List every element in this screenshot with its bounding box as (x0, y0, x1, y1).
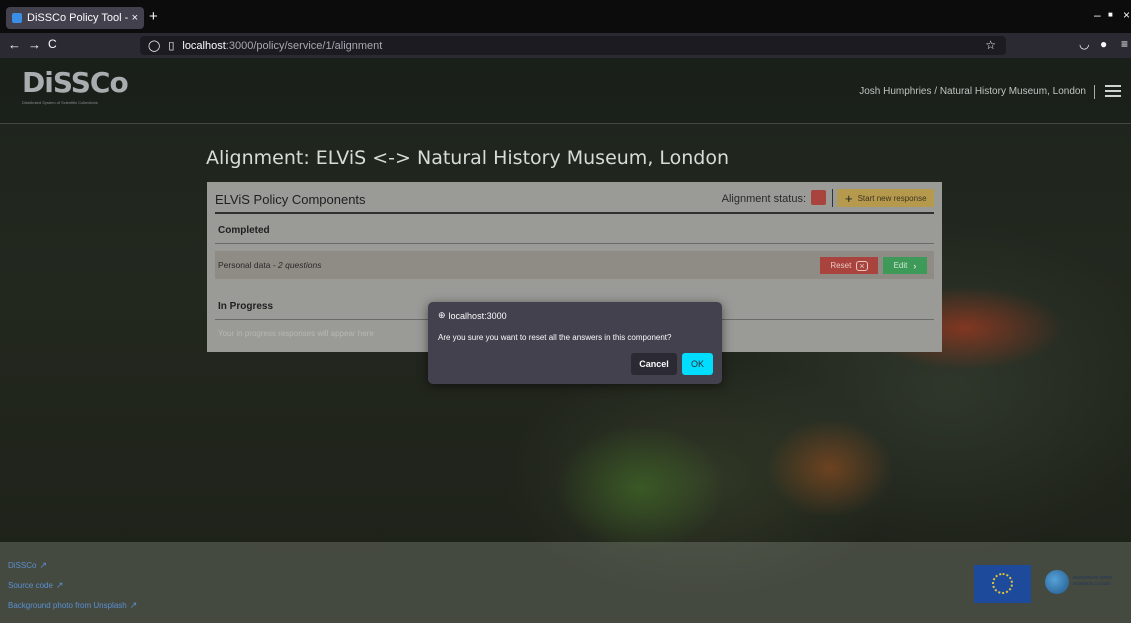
component-label: Personal data - 2 questions (218, 260, 322, 270)
site-header: DiSSCo Distributed System of Scientific … (0, 58, 1131, 124)
alignment-status-indicator (811, 190, 826, 205)
eosc-logo-text: EUROPEAN OPEN SCIENCE CLOUD (1073, 575, 1113, 586)
backspace-icon: × (856, 260, 868, 271)
bookmark-star-icon[interactable]: ☆ (985, 38, 996, 52)
user-organisation: Josh Humphries / Natural History Museum,… (859, 85, 1095, 99)
menu-icon[interactable]: ≡ (1121, 37, 1128, 51)
in-progress-empty-text: Your in progress responses will appear h… (218, 329, 374, 338)
browser-tab-bar: DiSSCo Policy Tool - DiSS × + – ■ × (0, 0, 1131, 33)
logo-text: DiSSCo (22, 66, 129, 99)
divider (215, 243, 934, 244)
url-host: localhost (182, 39, 226, 52)
reset-button[interactable]: Reset × (820, 257, 878, 274)
account-icon[interactable]: ● (1100, 37, 1107, 51)
start-new-response-label: Start new response (857, 193, 927, 203)
page-icon: ▯ (168, 40, 175, 52)
browser-nav-bar: ← → C ◯ ▯ localhost :3000/policy/service… (0, 33, 1131, 58)
favicon-icon (12, 13, 22, 23)
divider (832, 189, 833, 207)
plus-icon: + (845, 190, 853, 206)
reset-label: Reset (830, 261, 852, 270)
confirm-dialog: ⊕ localhost:3000 Are you sure you want t… (428, 302, 722, 384)
footer-link-dissco[interactable]: DiSSCo ↗ (8, 560, 47, 571)
completed-heading: Completed (218, 225, 270, 236)
ok-button[interactable]: OK (682, 353, 713, 375)
footer-link-unsplash[interactable]: Background photo from Unsplash ↗ (8, 600, 137, 611)
logo-subtitle: Distributed System of Scientific Collect… (22, 100, 98, 105)
site-footer: DiSSCo ↗ Source code ↗ Background photo fr… (0, 542, 1131, 623)
close-window-button[interactable]: × (1123, 8, 1130, 22)
external-link-icon: ↗ (39, 560, 47, 570)
maximize-button[interactable]: ■ (1108, 10, 1113, 19)
url-path: :3000/policy/service/1/alignment (225, 39, 383, 52)
new-tab-button[interactable]: + (149, 8, 158, 25)
tab-close-icon[interactable]: × (132, 12, 138, 24)
eosc-cloud-icon (1045, 570, 1069, 594)
external-link-icon: ↗ (129, 600, 138, 610)
hamburger-menu-icon[interactable] (1105, 85, 1121, 97)
list-item: Personal data - 2 questions Reset × Edit… (215, 251, 934, 279)
card-header: ELViS Policy Components Alignment status… (215, 188, 934, 214)
edit-button[interactable]: Edit › (883, 257, 927, 274)
edit-label: Edit (893, 261, 908, 270)
minimize-button[interactable]: – (1094, 8, 1101, 22)
page-title: Alignment: ELViS <-> Natural History Mus… (206, 147, 730, 169)
in-progress-heading: In Progress (218, 301, 274, 312)
cancel-button[interactable]: Cancel (631, 353, 677, 375)
dissco-logo[interactable]: DiSSCo Distributed System of Scientific … (22, 66, 129, 106)
page-background: DiSSCo Distributed System of Scientific … (0, 58, 1131, 623)
dialog-message: Are you sure you want to reset all the a… (438, 333, 672, 342)
chevron-right-icon: › (913, 260, 917, 271)
eu-flag-logo (974, 565, 1031, 603)
reload-button[interactable]: C (48, 37, 57, 51)
tab-title: DiSSCo Policy Tool - DiSS (27, 12, 128, 24)
external-link-icon: ↗ (55, 580, 64, 590)
globe-icon: ⊕ (438, 310, 446, 320)
back-button[interactable]: ← (8, 37, 21, 52)
start-new-response-button[interactable]: + Start new response (837, 189, 934, 207)
dialog-origin: ⊕ localhost:3000 (438, 310, 507, 321)
footer-link-source-code[interactable]: Source code ↗ (8, 580, 63, 591)
pocket-icon[interactable]: ◡ (1079, 37, 1089, 51)
browser-tab[interactable]: DiSSCo Policy Tool - DiSS × (6, 7, 144, 29)
shield-icon: ◯ (148, 40, 161, 52)
forward-button[interactable]: → (28, 37, 41, 52)
url-bar[interactable]: ◯ ▯ localhost :3000/policy/service/1/ali… (140, 36, 1006, 55)
alignment-status-label: Alignment status: (721, 193, 806, 205)
card-title: ELViS Policy Components (215, 192, 366, 207)
